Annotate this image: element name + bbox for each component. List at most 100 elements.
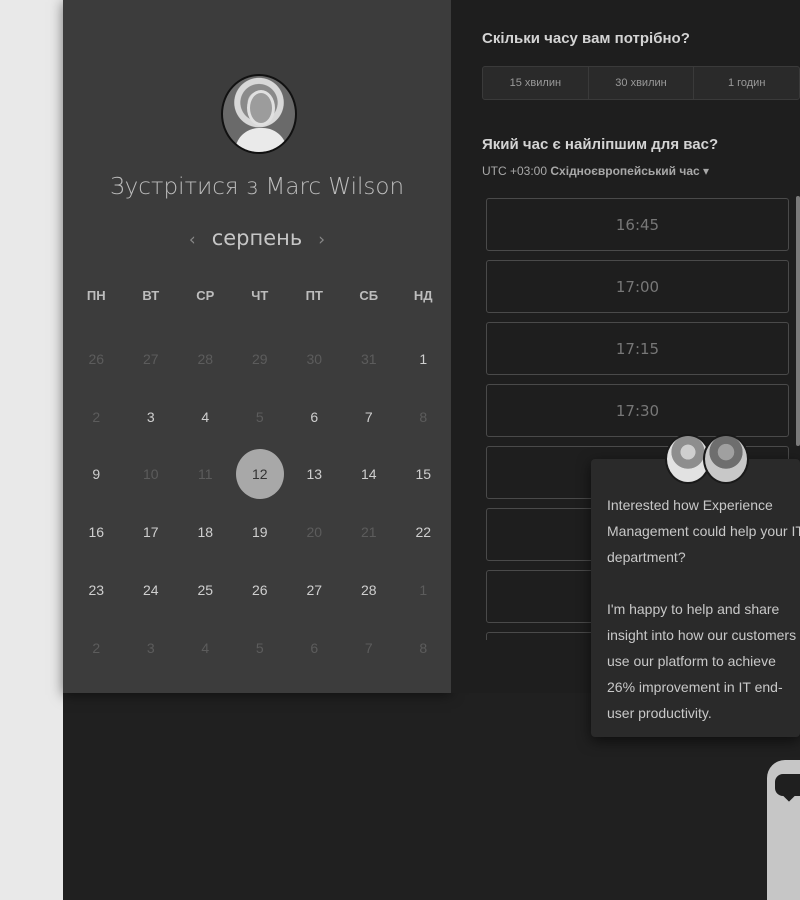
chat-icon	[775, 774, 800, 796]
calendar-day-number: 8	[419, 639, 428, 656]
duration-option-60[interactable]: 1 годин	[694, 67, 799, 99]
calendar-day-number: 31	[360, 350, 377, 367]
calendar-day-number: 6	[310, 639, 319, 656]
calendar-day[interactable]: 4	[178, 388, 233, 446]
calendar-day-selected[interactable]: 12	[233, 446, 288, 504]
calendar-day: 21	[342, 503, 397, 561]
calendar-day[interactable]: 22	[396, 503, 451, 561]
calendar-day[interactable]: 24	[124, 561, 179, 619]
prev-month-icon[interactable]: ‹	[189, 230, 196, 250]
duration-option-30[interactable]: 30 хвилин	[589, 67, 695, 99]
month-label: серпень	[211, 226, 303, 250]
calendar-day[interactable]: 17	[124, 503, 179, 561]
calendar-day-number: 14	[360, 466, 377, 483]
calendar-day-number: 27	[306, 582, 323, 599]
chat-message: I'm happy to help and share insight into…	[607, 601, 797, 721]
avatar-face	[247, 90, 275, 126]
timezone-selector[interactable]: UTC +03:00 Східноєвропейський час ▾	[482, 164, 709, 178]
message-gap	[607, 570, 800, 596]
calendar-day-number: 15	[415, 466, 432, 483]
duration-title: Скільки часу вам потрібно?	[482, 30, 690, 47]
calendar-day: 11	[178, 446, 233, 504]
calendar-day[interactable]: 16	[69, 503, 124, 561]
calendar-day-number: 3	[146, 639, 155, 656]
timezone-offset: UTC +03:00	[482, 164, 548, 178]
calendar-day[interactable]: 13	[287, 446, 342, 504]
host-avatar	[221, 74, 297, 154]
weekday-label: СБ	[359, 288, 379, 303]
chevron-down-icon: ▾	[703, 164, 710, 178]
calendar-day: 7	[342, 619, 397, 677]
calendar-day-number: 25	[197, 582, 214, 599]
chat-message: Interested how Experience Management cou…	[607, 497, 800, 565]
calendar-day[interactable]: 26	[233, 561, 288, 619]
next-month-icon[interactable]: ›	[318, 230, 325, 250]
calendar-day: 26	[69, 330, 124, 388]
time-slot[interactable]: 17:15	[486, 322, 789, 375]
calendar-day: 5	[233, 388, 288, 446]
chat-agent-avatars	[665, 434, 750, 486]
time-slot[interactable]: 16:45	[486, 198, 789, 251]
calendar-day[interactable]: 27	[287, 561, 342, 619]
weekday-label: ВТ	[142, 288, 160, 303]
time-slot-scrollbar[interactable]	[796, 196, 800, 446]
calendar-day-number: 18	[197, 524, 214, 541]
calendar-day: 2	[69, 619, 124, 677]
calendar-day[interactable]: 28	[342, 561, 397, 619]
calendar-day-number: 2	[92, 639, 101, 656]
time-slot[interactable]: 17:00	[486, 260, 789, 313]
weekday-label: ЧТ	[251, 288, 269, 303]
month-navigation: ‹ серпень ›	[63, 226, 451, 250]
calendar-day-number: 29	[251, 350, 268, 367]
calendar-day: 10	[124, 446, 179, 504]
calendar-day[interactable]: 3	[124, 388, 179, 446]
calendar-day: 28	[178, 330, 233, 388]
calendar-day: 30	[287, 330, 342, 388]
calendar-day-number: 5	[255, 408, 264, 425]
calendar-day: 3	[124, 619, 179, 677]
calendar-day[interactable]: 1	[396, 330, 451, 388]
calendar-day-number: 21	[360, 524, 377, 541]
calendar-day: 2	[69, 388, 124, 446]
calendar-day-number: 24	[142, 582, 159, 599]
duration-selector: 15 хвилин 30 хвилин 1 годин	[482, 66, 800, 100]
calendar-day[interactable]: 19	[233, 503, 288, 561]
calendar-day-number: 28	[360, 582, 377, 599]
calendar-day-number: 4	[201, 408, 210, 425]
calendar-day[interactable]: 9	[69, 446, 124, 504]
calendar-day-number: 16	[88, 524, 105, 541]
calendar-day[interactable]: 14	[342, 446, 397, 504]
calendar-day-number: 23	[88, 582, 105, 599]
time-slot[interactable]: 17:30	[486, 384, 789, 437]
calendar-day: 4	[178, 619, 233, 677]
calendar-day[interactable]: 6	[287, 388, 342, 446]
calendar-day[interactable]: 23	[69, 561, 124, 619]
calendar-day-number: 17	[142, 524, 159, 541]
agent-avatar	[703, 434, 749, 484]
weekday-label: НД	[413, 288, 433, 303]
calendar-day[interactable]: 25	[178, 561, 233, 619]
chat-bubble[interactable]: Interested how Experience Management cou…	[591, 459, 800, 737]
calendar-day-number: 7	[364, 408, 373, 425]
calendar-day-number: 19	[251, 524, 268, 541]
calendar-day-number: 4	[201, 639, 210, 656]
avatar-shirt	[235, 128, 287, 152]
calendar-day-number: 27	[142, 350, 159, 367]
chat-launcher-button[interactable]	[767, 760, 800, 900]
calendar-day-number: 22	[415, 524, 432, 541]
calendar-day: 5	[233, 619, 288, 677]
meeting-title: Зустрітися з Marc Wilson	[109, 174, 405, 200]
calendar-day: 29	[233, 330, 288, 388]
calendar-day-number: 5	[255, 639, 264, 656]
timezone-name: Східноєвропейський час	[550, 164, 700, 178]
calendar-day-number: 7	[364, 639, 373, 656]
duration-option-15[interactable]: 15 хвилин	[483, 67, 589, 99]
calendar-day[interactable]: 15	[396, 446, 451, 504]
calendar-day-number: 10	[142, 466, 159, 483]
calendar-day-number: 26	[88, 350, 105, 367]
calendar-day[interactable]: 7	[342, 388, 397, 446]
calendar-day[interactable]: 18	[178, 503, 233, 561]
calendar-day: 20	[287, 503, 342, 561]
calendar-day-number: 1	[419, 350, 428, 367]
calendar-day-number: 8	[419, 408, 428, 425]
